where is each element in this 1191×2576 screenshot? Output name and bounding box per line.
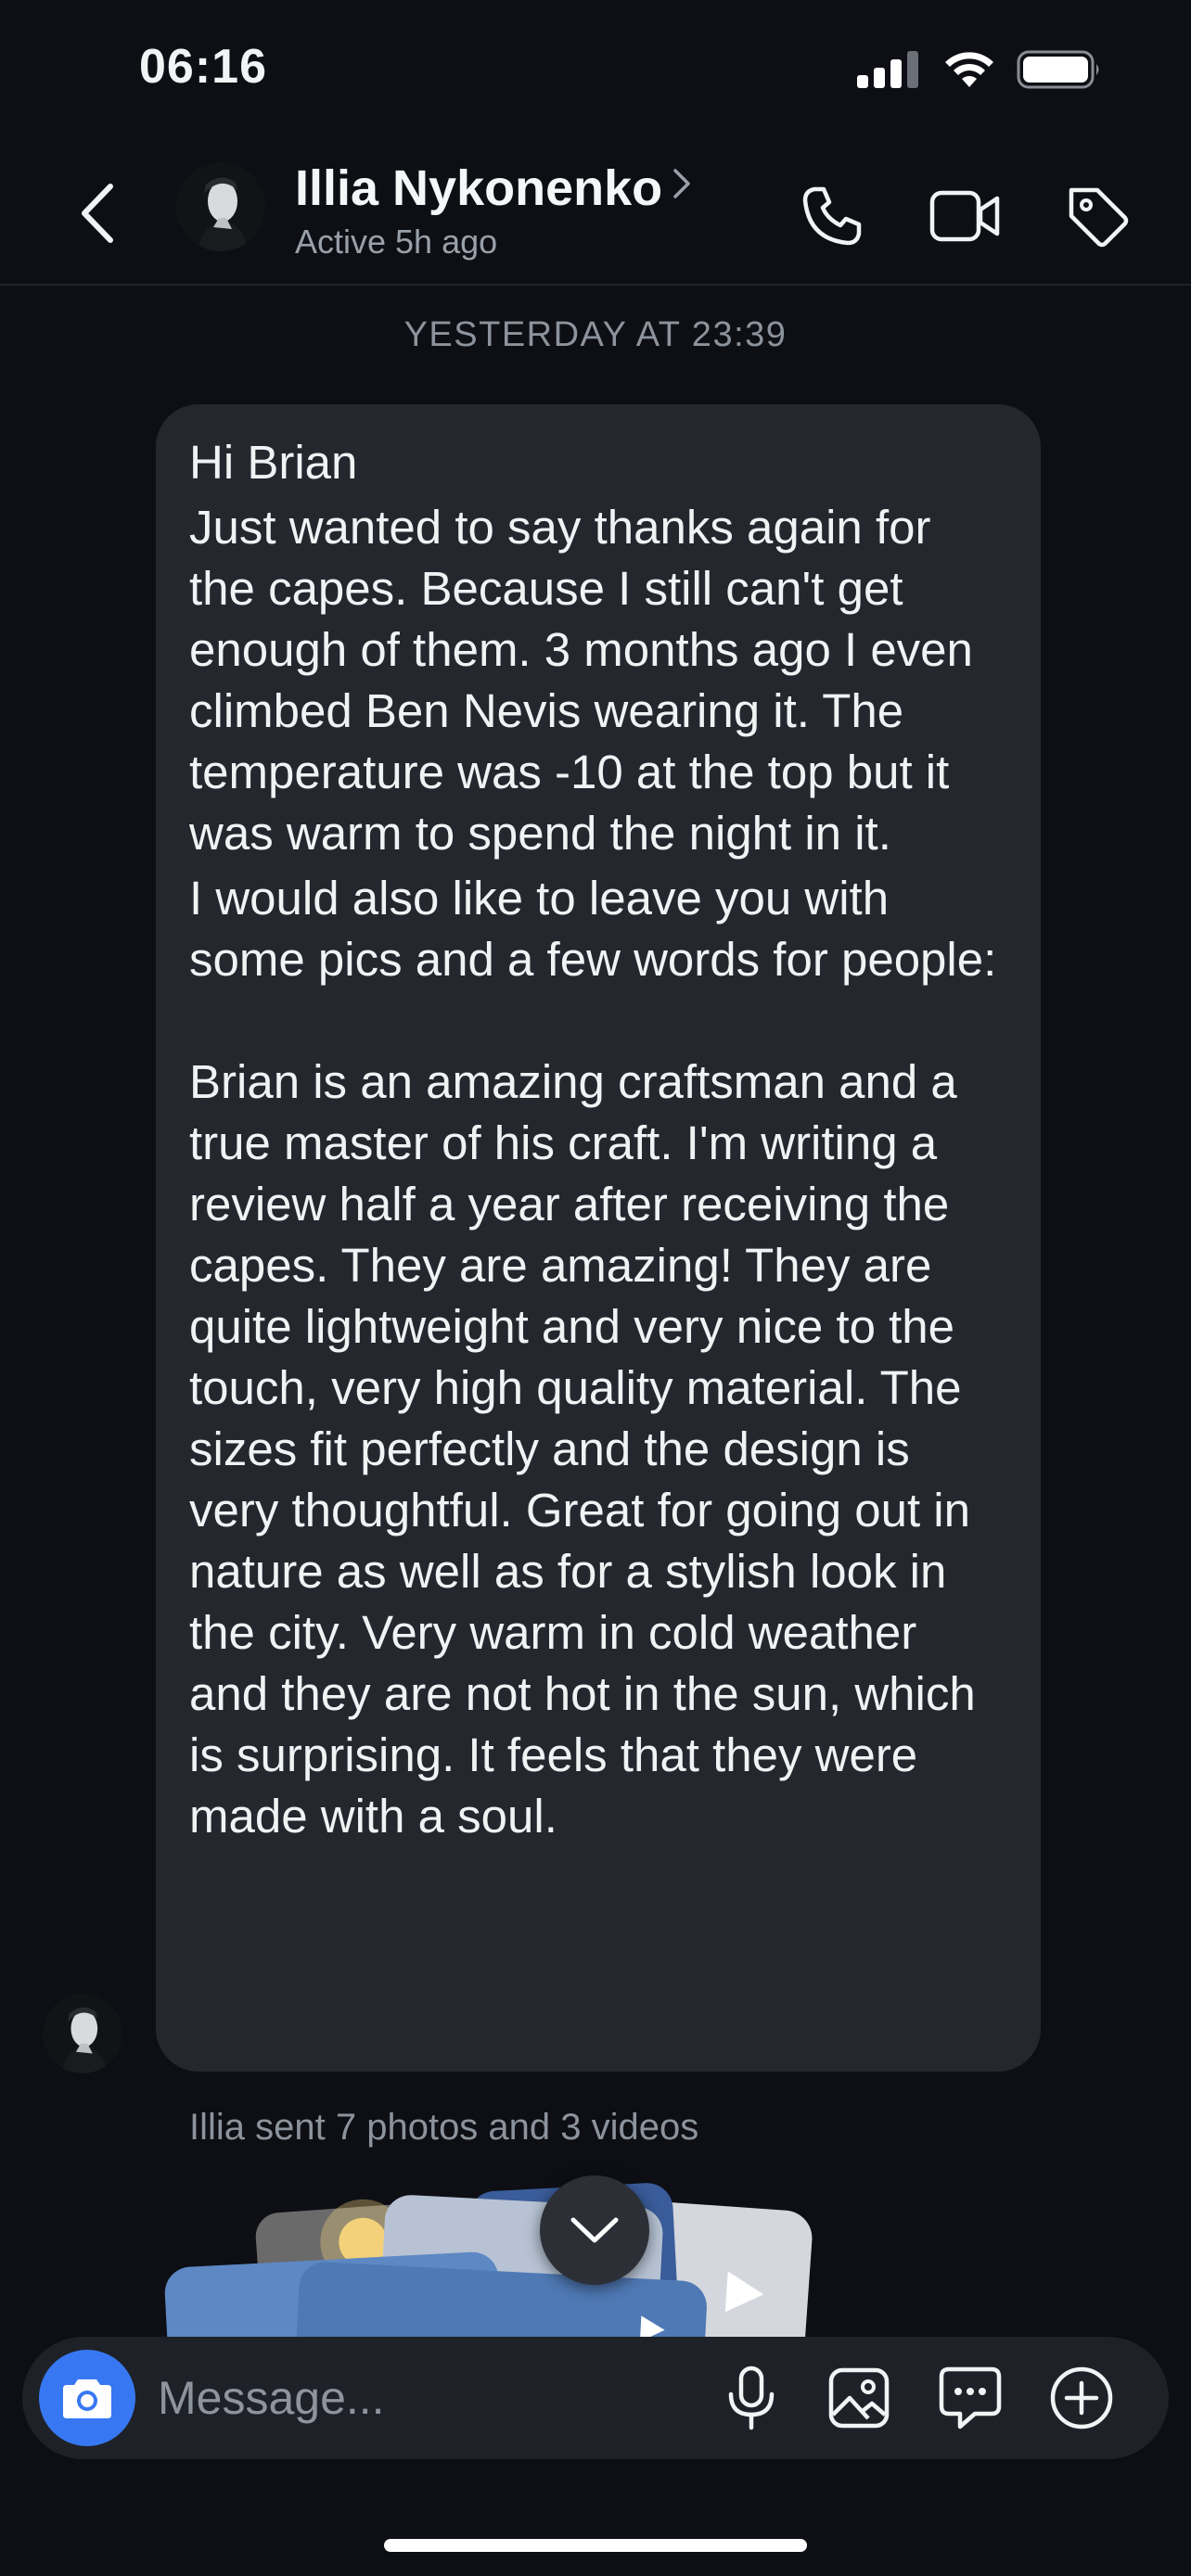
message-greeting: Hi Brian	[189, 436, 358, 489]
contact-status: Active 5h ago	[295, 223, 498, 261]
camera-icon	[63, 2379, 111, 2418]
home-indicator[interactable]	[384, 2539, 807, 2552]
status-icons	[857, 50, 1102, 89]
gallery-button[interactable]	[818, 2357, 900, 2439]
chevron-right-icon[interactable]	[672, 167, 692, 200]
sender-avatar[interactable]	[43, 1994, 122, 2073]
chevron-down-icon	[570, 2217, 619, 2243]
tag-icon	[1069, 187, 1129, 248]
message-composer	[22, 2337, 1169, 2459]
media-attachment-stack[interactable]	[158, 2179, 826, 2337]
camera-button[interactable]	[39, 2350, 135, 2446]
status-bar: 06:16	[0, 0, 1191, 139]
signal-icon	[857, 51, 918, 88]
voice-message-button[interactable]	[711, 2357, 792, 2439]
status-time: 06:16	[139, 40, 267, 94]
voice-call-button[interactable]	[792, 176, 872, 256]
plus-icon	[1050, 2366, 1113, 2429]
back-button[interactable]	[65, 172, 130, 255]
message-blank-line	[189, 990, 1007, 1052]
battery-icon	[1017, 50, 1099, 89]
video-call-button[interactable]	[926, 176, 1005, 256]
message-paragraph: I would also like to leave you with some…	[189, 872, 997, 986]
scroll-to-bottom-button[interactable]	[540, 2175, 649, 2285]
message-bubble[interactable]: Hi Brian Just wanted to say thanks again…	[156, 404, 1041, 2072]
wifi-icon	[945, 52, 993, 87]
contact-avatar[interactable]	[176, 162, 265, 251]
microphone-icon	[728, 2366, 775, 2430]
more-options-button[interactable]	[1041, 2357, 1122, 2439]
date-separator: YESTERDAY AT 23:39	[403, 315, 788, 354]
video-call-icon	[929, 190, 1000, 242]
message-paragraph: Brian is an amazing craftsman and a true…	[189, 1055, 989, 1843]
chevron-left-icon	[82, 184, 113, 243]
conversation-header: Illia Nykonenko Active 5h ago	[0, 139, 1191, 286]
gallery-icon	[828, 2367, 890, 2429]
tag-button[interactable]	[1057, 176, 1137, 256]
contact-name[interactable]: Illia Nykonenko	[295, 159, 662, 217]
sticker-icon	[939, 2366, 1002, 2429]
message-input[interactable]	[158, 2368, 696, 2428]
phone-icon	[802, 186, 862, 246]
media-caption: Illia sent 7 photos and 3 videos	[189, 2107, 699, 2148]
message-paragraph: Just wanted to say thanks again for the …	[189, 501, 987, 860]
sticker-button[interactable]	[929, 2357, 1011, 2439]
